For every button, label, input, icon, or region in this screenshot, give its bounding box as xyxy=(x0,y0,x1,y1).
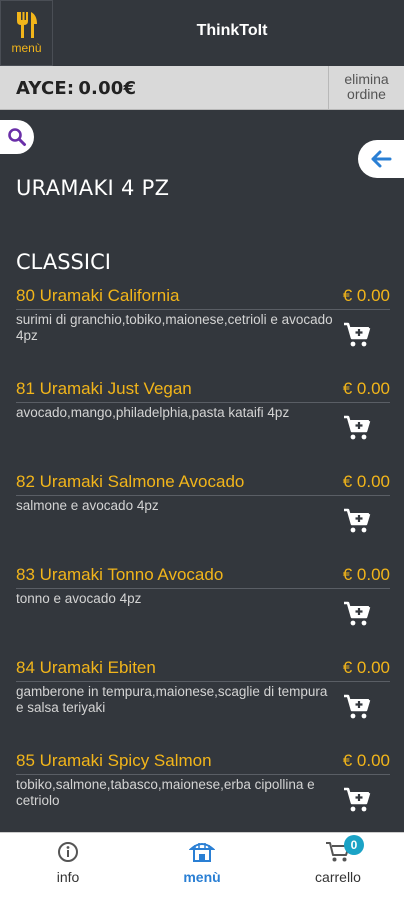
item-description: gamberone in tempura,maionese,scaglie di… xyxy=(16,684,328,715)
menu-item: 85 Uramaki Spicy Salmon € 0.00 tobiko,sa… xyxy=(0,749,404,842)
item-divider xyxy=(16,681,390,682)
item-name: 85 Uramaki Spicy Salmon xyxy=(16,751,212,770)
item-name: 84 Uramaki Ebiten xyxy=(16,658,156,677)
delete-order-label-2: ordine xyxy=(347,86,386,102)
arrow-left-icon xyxy=(371,150,392,168)
item-price: € 0.00 xyxy=(342,472,390,491)
item-price: € 0.00 xyxy=(342,751,390,770)
nav-info-label: info xyxy=(56,869,80,885)
item-description: tonno e avocado 4pz xyxy=(16,591,142,606)
menu-item: 82 Uramaki Salmone Avocado € 0.00 salmon… xyxy=(0,470,404,563)
cart-count-badge: 0 xyxy=(344,835,364,855)
menu-item: 81 Uramaki Just Vegan € 0.00 avocado,man… xyxy=(0,377,404,470)
item-description: surimi di granchio,tobiko,maionese,cetri… xyxy=(16,312,333,343)
item-price: € 0.00 xyxy=(342,286,390,305)
add-to-cart-icon xyxy=(344,415,371,440)
nav-info[interactable]: info xyxy=(8,841,128,885)
section-title: CLASSICI xyxy=(16,250,111,274)
menu-logo-button[interactable]: menù xyxy=(0,0,53,66)
item-divider xyxy=(16,309,390,310)
item-description: avocado,mango,philadelphia,pasta kataifi… xyxy=(16,405,290,420)
menu-item-list: 80 Uramaki California € 0.00 surimi di g… xyxy=(0,284,404,842)
item-price: € 0.00 xyxy=(342,379,390,398)
menu-logo-label: menù xyxy=(11,41,42,55)
add-to-cart-icon xyxy=(344,601,371,626)
item-name: 80 Uramaki California xyxy=(16,286,180,305)
item-name: 82 Uramaki Salmone Avocado xyxy=(16,472,245,491)
ayce-total: AYCE: 0.00€ xyxy=(16,78,136,99)
item-price: € 0.00 xyxy=(342,565,390,584)
item-price: € 0.00 xyxy=(342,658,390,677)
add-to-cart-button[interactable] xyxy=(342,692,372,722)
item-name: 81 Uramaki Just Vegan xyxy=(16,379,192,398)
add-to-cart-button[interactable] xyxy=(342,413,372,443)
delete-order-label-1: elimina xyxy=(344,71,389,87)
ayce-label: AYCE: xyxy=(16,78,75,99)
add-to-cart-icon xyxy=(344,322,371,347)
item-divider xyxy=(16,588,390,589)
ayce-amount: 0.00€ xyxy=(78,78,137,99)
menu-item: 84 Uramaki Ebiten € 0.00 gamberone in te… xyxy=(0,656,404,749)
add-to-cart-button[interactable] xyxy=(342,506,372,536)
add-to-cart-button[interactable] xyxy=(342,599,372,629)
item-description: salmone e avocado 4pz xyxy=(16,498,159,513)
item-divider xyxy=(16,495,390,496)
nav-menu-label: menù xyxy=(183,869,221,885)
bottom-navigation: info menù 0 carrello xyxy=(0,832,404,900)
restaurant-icon xyxy=(188,843,216,862)
nav-menu[interactable]: menù xyxy=(142,841,262,885)
nav-cart[interactable]: 0 carrello xyxy=(278,835,398,885)
add-to-cart-button[interactable] xyxy=(342,320,372,350)
info-icon xyxy=(58,842,78,862)
cutlery-icon xyxy=(16,12,37,38)
add-to-cart-icon xyxy=(344,508,371,533)
menu-item: 83 Uramaki Tonno Avocado € 0.00 tonno e … xyxy=(0,563,404,656)
nav-cart-label: carrello xyxy=(315,869,361,885)
add-to-cart-icon xyxy=(344,787,371,812)
add-to-cart-button[interactable] xyxy=(342,785,372,815)
search-button[interactable] xyxy=(0,120,34,154)
item-divider xyxy=(16,402,390,403)
order-summary-bar: AYCE: 0.00€ elimina ordine xyxy=(0,66,404,110)
item-description: tobiko,salmone,tabasco,maionese,erba cip… xyxy=(16,777,315,808)
delete-order-button[interactable]: elimina ordine xyxy=(328,66,404,110)
menu-item: 80 Uramaki California € 0.00 surimi di g… xyxy=(0,284,404,377)
back-button[interactable] xyxy=(358,140,404,178)
item-name: 83 Uramaki Tonno Avocado xyxy=(16,565,224,584)
category-title: URAMAKI 4 PZ xyxy=(16,176,170,200)
add-to-cart-icon xyxy=(344,694,371,719)
search-icon xyxy=(8,128,26,146)
item-divider xyxy=(16,774,390,775)
top-bar: menù ThinkToIt xyxy=(0,0,404,66)
app-title: ThinkToIt xyxy=(196,22,268,39)
